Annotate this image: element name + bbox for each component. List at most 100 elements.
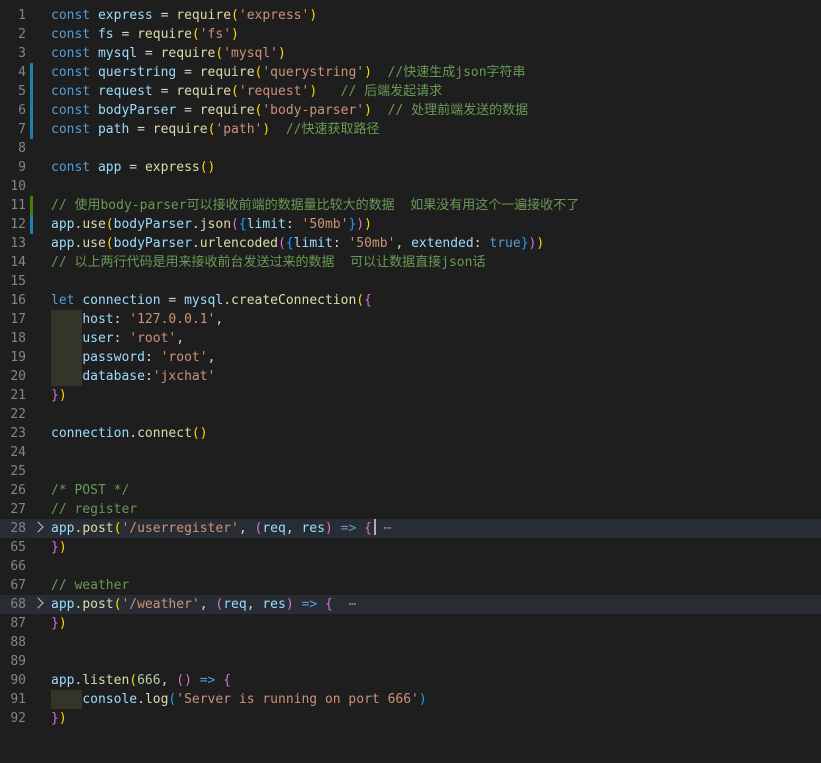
line-number: 91 bbox=[10, 692, 26, 707]
line-code[interactable]: const mysql = require('mysql') bbox=[51, 44, 286, 63]
code-line[interactable]: 68 app.post('/weather', (req, res) => { ⋯ bbox=[0, 595, 821, 614]
folded-ellipsis[interactable]: ⋯ bbox=[376, 521, 392, 536]
line-code[interactable]: connection.connect() bbox=[51, 424, 208, 443]
code-line[interactable]: 66 bbox=[0, 557, 821, 576]
code-line[interactable]: 18 user: 'root', bbox=[0, 329, 821, 348]
line-number: 90 bbox=[10, 673, 26, 688]
code-line[interactable]: 15 bbox=[0, 272, 821, 291]
code-line[interactable]: 11 // 使用body-parser可以接收前端的数据量比较大的数据 如果没有用… bbox=[0, 196, 821, 215]
line-code[interactable]: user: 'root', bbox=[51, 329, 184, 348]
code-line[interactable]: 13 app.use(bodyParser.urlencoded({limit: … bbox=[0, 234, 821, 253]
line-number: 6 bbox=[18, 103, 26, 118]
line-code[interactable]: app.post('/userregister', (req, res) => … bbox=[51, 519, 392, 538]
line-code[interactable]: const bodyParser = require('body-parser'… bbox=[51, 101, 528, 120]
line-code[interactable]: app.listen(666, () => { bbox=[51, 671, 231, 690]
gutter-modified-marker[interactable] bbox=[30, 101, 33, 120]
code-token: ) bbox=[536, 236, 545, 251]
code-line[interactable]: 25 bbox=[0, 462, 821, 481]
code-line[interactable]: 10 bbox=[0, 177, 821, 196]
code-token: : bbox=[113, 331, 130, 346]
line-code[interactable]: // 使用body-parser可以接收前端的数据量比较大的数据 如果没有用这个… bbox=[51, 196, 579, 215]
code-line[interactable]: 20 database:'jxchat' bbox=[0, 367, 821, 386]
line-code[interactable]: app.use(bodyParser.urlencoded({limit: '5… bbox=[51, 234, 544, 253]
code-line[interactable]: 90 app.listen(666, () => { bbox=[0, 671, 821, 690]
code-token: ) bbox=[285, 597, 294, 612]
folded-ellipsis[interactable]: ⋯ bbox=[333, 597, 356, 612]
code-line[interactable]: 92}) bbox=[0, 709, 821, 728]
code-line[interactable]: 23 connection.connect() bbox=[0, 424, 821, 443]
code-token: require bbox=[199, 103, 255, 118]
fold-chevron-right-icon[interactable] bbox=[32, 597, 44, 609]
code-line[interactable]: 24 bbox=[0, 443, 821, 462]
gutter-modified-marker[interactable] bbox=[30, 120, 33, 139]
code-line[interactable]: 65}) bbox=[0, 538, 821, 557]
code-line[interactable]: 87}) bbox=[0, 614, 821, 633]
line-code[interactable]: }) bbox=[51, 709, 67, 728]
code-token: res bbox=[262, 597, 286, 612]
code-token: : bbox=[113, 312, 130, 327]
code-editor[interactable]: 1 const express = require('express') 2 cons… bbox=[0, 0, 821, 763]
code-token: } bbox=[51, 388, 59, 403]
code-token: . bbox=[191, 217, 200, 232]
code-token: 'body-parser' bbox=[262, 103, 365, 118]
code-line[interactable]: 26 /* POST */ bbox=[0, 481, 821, 500]
line-code[interactable]: /* POST */ bbox=[51, 481, 129, 500]
line-code[interactable]: app.post('/weather', (req, res) => { ⋯ bbox=[51, 595, 356, 614]
code-line[interactable]: 67 // weather bbox=[0, 576, 821, 595]
line-code[interactable]: database:'jxchat' bbox=[51, 367, 215, 386]
code-line[interactable]: 4 const querstring = require('querystring… bbox=[0, 63, 821, 82]
code-token: limit bbox=[293, 236, 333, 251]
code-line[interactable]: 91 console.log('Server is running on por… bbox=[0, 690, 821, 709]
line-code[interactable]: password: 'root', bbox=[51, 348, 215, 367]
gutter-added-marker[interactable] bbox=[30, 196, 33, 215]
line-code[interactable]: host: '127.0.0.1', bbox=[51, 310, 223, 329]
code-line[interactable]: 19 password: 'root', bbox=[0, 348, 821, 367]
gutter-modified-marker[interactable] bbox=[30, 215, 33, 234]
code-token: //快速生成json字符串 bbox=[387, 65, 526, 80]
code-line[interactable]: 9 const app = express() bbox=[0, 158, 821, 177]
code-line[interactable]: 21}) bbox=[0, 386, 821, 405]
line-code[interactable]: // 以上两行代码是用来接收前台发送过来的数据 可以让数据直接json话 bbox=[51, 253, 485, 272]
line-code[interactable]: const express = require('express') bbox=[51, 6, 317, 25]
code-line[interactable]: 27 // register bbox=[0, 500, 821, 519]
line-code[interactable]: // weather bbox=[51, 576, 129, 595]
line-code[interactable]: // register bbox=[51, 500, 137, 519]
line-code[interactable]: }) bbox=[51, 386, 67, 405]
gutter-modified-marker[interactable] bbox=[30, 82, 33, 101]
line-code[interactable]: const request = require('request') // 后端… bbox=[51, 82, 442, 101]
code-token: , bbox=[207, 350, 216, 365]
line-code[interactable]: const querstring = require('querystring'… bbox=[51, 63, 526, 82]
code-line[interactable]: 17 host: '127.0.0.1', bbox=[0, 310, 821, 329]
code-line[interactable]: 1 const express = require('express') bbox=[0, 6, 821, 25]
line-code[interactable]: const fs = require('fs') bbox=[51, 25, 239, 44]
line-code[interactable]: app.use(bodyParser.json({limit: '50mb'})… bbox=[51, 215, 372, 234]
line-code[interactable]: console.log('Server is running on port 6… bbox=[51, 690, 426, 709]
fold-chevron-right-icon[interactable] bbox=[32, 521, 44, 533]
line-code[interactable]: }) bbox=[51, 538, 67, 557]
code-line[interactable]: 7 const path = require('path') //快速获取路径 bbox=[0, 120, 821, 139]
code-token: 'express' bbox=[238, 8, 310, 23]
line-code[interactable]: const app = express() bbox=[51, 158, 215, 177]
line-code[interactable]: let connection = mysql.createConnection(… bbox=[51, 291, 372, 310]
code-line[interactable]: 2 const fs = require('fs') bbox=[0, 25, 821, 44]
code-line[interactable]: 12 app.use(bodyParser.json({limit: '50mb'… bbox=[0, 215, 821, 234]
code-line[interactable]: 5 const request = require('request') // 后… bbox=[0, 82, 821, 101]
code-line[interactable]: 28 app.post('/userregister', (req, res) =… bbox=[0, 519, 821, 538]
code-line[interactable]: 3 const mysql = require('mysql') bbox=[0, 44, 821, 63]
code-line[interactable]: 16 let connection = mysql.createConnectio… bbox=[0, 291, 821, 310]
line-code[interactable]: }) bbox=[51, 614, 67, 633]
gutter-modified-marker[interactable] bbox=[30, 63, 33, 82]
code-line[interactable]: 8 bbox=[0, 139, 821, 158]
code-line[interactable]: 14 // 以上两行代码是用来接收前台发送过来的数据 可以让数据直接json话 bbox=[0, 253, 821, 272]
code-token: . bbox=[129, 426, 138, 441]
code-line[interactable]: 89 bbox=[0, 652, 821, 671]
code-token: '/weather' bbox=[121, 597, 200, 612]
line-number: 13 bbox=[10, 236, 26, 251]
code-line[interactable]: 22 bbox=[0, 405, 821, 424]
code-line[interactable]: 88 bbox=[0, 633, 821, 652]
code-line[interactable]: 6 const bodyParser = require('body-parser… bbox=[0, 101, 821, 120]
line-code[interactable]: const path = require('path') //快速获取路径 bbox=[51, 120, 380, 139]
